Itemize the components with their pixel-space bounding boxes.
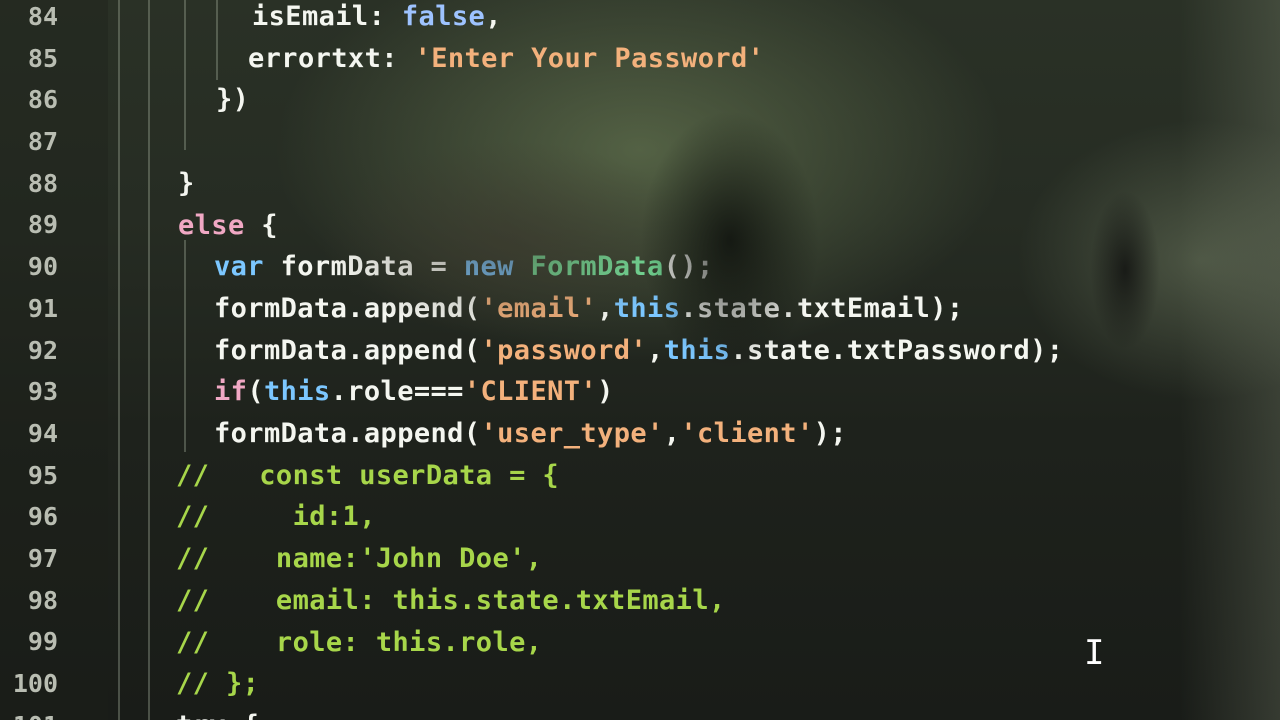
code-token: ); xyxy=(813,418,847,449)
code-token: if xyxy=(214,376,248,408)
code-line: formData.append('password',this.state.tx… xyxy=(214,330,1063,372)
code-token: this xyxy=(263,376,331,408)
screen-reflection xyxy=(1180,0,1280,720)
indent-guide xyxy=(148,0,150,720)
code-line: // }; xyxy=(176,663,259,705)
code-token: .state.txtPassword); xyxy=(730,334,1064,366)
code-token: formData.append( xyxy=(214,292,481,324)
code-line: // email: this.state.txtEmail, xyxy=(176,580,726,622)
code-line: errortxt: 'Enter Your Password' xyxy=(248,38,764,80)
code-token: formData = xyxy=(263,251,464,283)
line-number: 97 xyxy=(27,543,58,573)
code-token: new xyxy=(463,251,514,283)
code-line: if(this.role==='CLIENT') xyxy=(214,371,614,413)
code-token: , xyxy=(647,334,664,366)
code-line: else { xyxy=(178,205,278,247)
code-token: 'password' xyxy=(480,334,648,366)
code-token: // const userData = { xyxy=(176,459,560,491)
code-line: var formData = new FormData(); xyxy=(214,246,714,288)
code-token: { xyxy=(244,209,278,241)
code-line: isEmail: false, xyxy=(252,0,502,38)
code-token: } xyxy=(178,167,195,199)
indent-guide xyxy=(216,0,218,80)
code-token: this xyxy=(613,292,681,324)
code-line: // role: this.role, xyxy=(176,622,542,664)
code-token: // email: this.state.txtEmail, xyxy=(176,584,726,616)
line-number-gutter: 84 85 86 87 88 89 90 91 92 93 94 95 96 97 98 99 100 101 xyxy=(0,0,108,720)
line-number: 91 xyxy=(27,293,58,323)
code-token: 'user_type' xyxy=(480,418,664,449)
code-token: // role: this.role, xyxy=(176,626,543,658)
code-token: 'CLIENT' xyxy=(463,376,598,408)
code-line: // id:1, xyxy=(176,496,376,538)
code-token: try { xyxy=(176,710,259,720)
code-token: errortxt: xyxy=(248,42,415,74)
code-token: ( xyxy=(247,376,264,408)
code-token: .role=== xyxy=(330,376,464,408)
indent-guide xyxy=(184,240,186,452)
line-number: 90 xyxy=(27,252,58,282)
line-number: 98 xyxy=(27,585,58,615)
code-token: // }; xyxy=(176,668,260,700)
code-token: ) xyxy=(597,376,614,408)
line-number: 88 xyxy=(27,168,58,198)
code-line: } xyxy=(178,163,195,205)
indent-guide xyxy=(118,0,120,720)
code-line: }) xyxy=(216,79,249,121)
line-number: 93 xyxy=(27,377,58,407)
code-token: // name:'John Doe', xyxy=(176,543,543,575)
code-token: this xyxy=(663,334,731,366)
code-token: .state.txtEmail); xyxy=(680,292,964,324)
line-number: 86 xyxy=(27,85,58,115)
code-token: , xyxy=(485,1,502,32)
text-cursor-icon: I xyxy=(1084,633,1105,673)
line-number: 87 xyxy=(27,127,58,157)
code-token: 'client' xyxy=(680,418,814,449)
line-numbers: 84 85 86 87 88 89 90 91 92 93 94 95 96 97 98 99 100 101 xyxy=(0,0,58,720)
line-number: 99 xyxy=(27,627,58,657)
photo-of-screen: 84 85 86 87 88 89 90 91 92 93 94 95 96 97 98 99 100 101 i… xyxy=(0,0,1280,720)
screen-reflection xyxy=(1090,190,1160,350)
code-token: FormData xyxy=(530,251,664,283)
line-number: 101 xyxy=(0,705,58,720)
line-number: 100 xyxy=(12,669,58,698)
code-token: 'email' xyxy=(480,292,598,324)
code-line: try { xyxy=(176,705,259,720)
line-number: 96 xyxy=(27,502,58,532)
line-number: 95 xyxy=(27,460,58,490)
code-token: , xyxy=(597,292,614,324)
line-number: 84 xyxy=(27,2,58,31)
code-token: 'Enter Your Password' xyxy=(414,42,765,74)
code-token: else xyxy=(178,209,245,241)
line-number: 89 xyxy=(27,210,58,240)
code-line: // name:'John Doe', xyxy=(176,538,542,580)
code-line: formData.append('user_type','client'); xyxy=(214,413,847,455)
code-token: // id:1, xyxy=(176,501,376,533)
code-token: formData.append( xyxy=(214,334,481,366)
code-token: var xyxy=(214,251,264,283)
line-number: 85 xyxy=(27,43,58,73)
code-token: formData.append( xyxy=(214,418,481,449)
code-token: (); xyxy=(663,251,714,283)
code-token: }) xyxy=(216,84,250,116)
code-line: formData.append('email',this.state.txtEm… xyxy=(214,288,964,330)
indent-guide xyxy=(184,0,186,150)
line-number: 94 xyxy=(27,418,58,448)
code-line: // const userData = { xyxy=(176,455,559,497)
line-number: 92 xyxy=(27,335,58,365)
code-token: , xyxy=(663,418,681,449)
code-token: isEmail: xyxy=(252,1,402,32)
code-token: false xyxy=(401,1,486,32)
